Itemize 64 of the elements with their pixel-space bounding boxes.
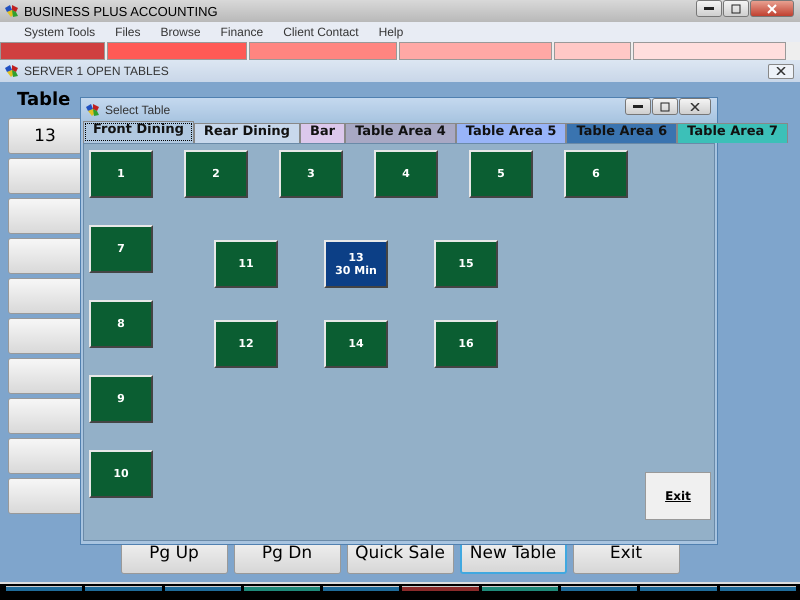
table-row-button[interactable]: [8, 158, 82, 194]
table-button[interactable]: 5: [469, 150, 533, 198]
window-title: SERVER 1 OPEN TABLES: [24, 64, 169, 78]
table-button[interactable]: 9: [89, 375, 153, 423]
minimize-icon: [704, 6, 714, 10]
category-tab[interactable]: [0, 42, 105, 60]
column-header: Table: [17, 88, 70, 110]
table-button[interactable]: 7: [89, 225, 153, 273]
table-button[interactable]: 2: [184, 150, 248, 198]
table-button[interactable]: 3: [279, 150, 343, 198]
table-button[interactable]: 6: [564, 150, 628, 198]
table-button[interactable]: 15: [434, 240, 498, 288]
dialog-title: Select Table: [105, 102, 170, 116]
table-button[interactable]: 11: [214, 240, 278, 288]
restore-icon: [731, 4, 741, 14]
restore-button[interactable]: [723, 0, 749, 17]
area-tab[interactable]: Table Area 5: [456, 123, 566, 143]
area-tab[interactable]: Front Dining: [83, 121, 194, 143]
menu-item[interactable]: Files: [105, 25, 150, 39]
table-row-button[interactable]: 13: [8, 118, 82, 154]
minimize-button[interactable]: [696, 0, 722, 17]
table-row-button[interactable]: [8, 278, 82, 314]
table-button[interactable]: 8: [89, 300, 153, 348]
menu-item[interactable]: Browse: [150, 25, 210, 39]
menu-item[interactable]: System Tools: [14, 25, 106, 39]
close-icon: [690, 102, 700, 110]
restore-icon: [660, 102, 670, 112]
table-row-button[interactable]: [8, 478, 82, 514]
table-button[interactable]: 10: [89, 450, 153, 498]
category-tab[interactable]: [554, 42, 631, 60]
menu-item[interactable]: Client Contact: [273, 25, 369, 39]
close-button[interactable]: [750, 0, 794, 17]
close-button[interactable]: [768, 64, 794, 78]
app-logo-icon: [4, 63, 20, 79]
area-tab[interactable]: Bar: [300, 123, 346, 143]
table-button[interactable]: 4: [374, 150, 438, 198]
table-button[interactable]: 16: [434, 320, 498, 368]
minimize-icon: [633, 104, 643, 108]
menu-item[interactable]: Help: [368, 25, 414, 39]
app-logo-icon: [85, 102, 101, 118]
area-tab[interactable]: Table Area 6: [566, 123, 678, 143]
menu-item[interactable]: Finance: [210, 25, 274, 39]
table-button[interactable]: 12: [214, 320, 278, 368]
window-title: BUSINESS PLUS ACCOUNTING: [24, 4, 218, 18]
table-button[interactable]: 13 30 Min: [324, 240, 388, 288]
area-tab[interactable]: Rear Dining: [194, 123, 300, 143]
area-tab[interactable]: Table Area 4: [345, 123, 456, 143]
table-row-button[interactable]: [8, 438, 82, 474]
close-icon: [767, 4, 777, 14]
minimize-button[interactable]: [625, 98, 651, 115]
app-logo-icon: [4, 3, 20, 19]
table-button[interactable]: 1: [89, 150, 153, 198]
table-row-button[interactable]: [8, 398, 82, 434]
restore-button[interactable]: [652, 98, 678, 115]
exit-button[interactable]: Exit: [645, 472, 711, 520]
table-row-button[interactable]: [8, 238, 82, 274]
table-row-button[interactable]: [8, 198, 82, 234]
close-icon: [776, 67, 786, 75]
category-tab[interactable]: [399, 42, 552, 60]
table-row-button[interactable]: [8, 358, 82, 394]
table-row-button[interactable]: [8, 318, 82, 354]
area-tab[interactable]: Table Area 7: [677, 123, 788, 143]
table-button[interactable]: 14: [324, 320, 388, 368]
close-button[interactable]: [679, 98, 711, 115]
